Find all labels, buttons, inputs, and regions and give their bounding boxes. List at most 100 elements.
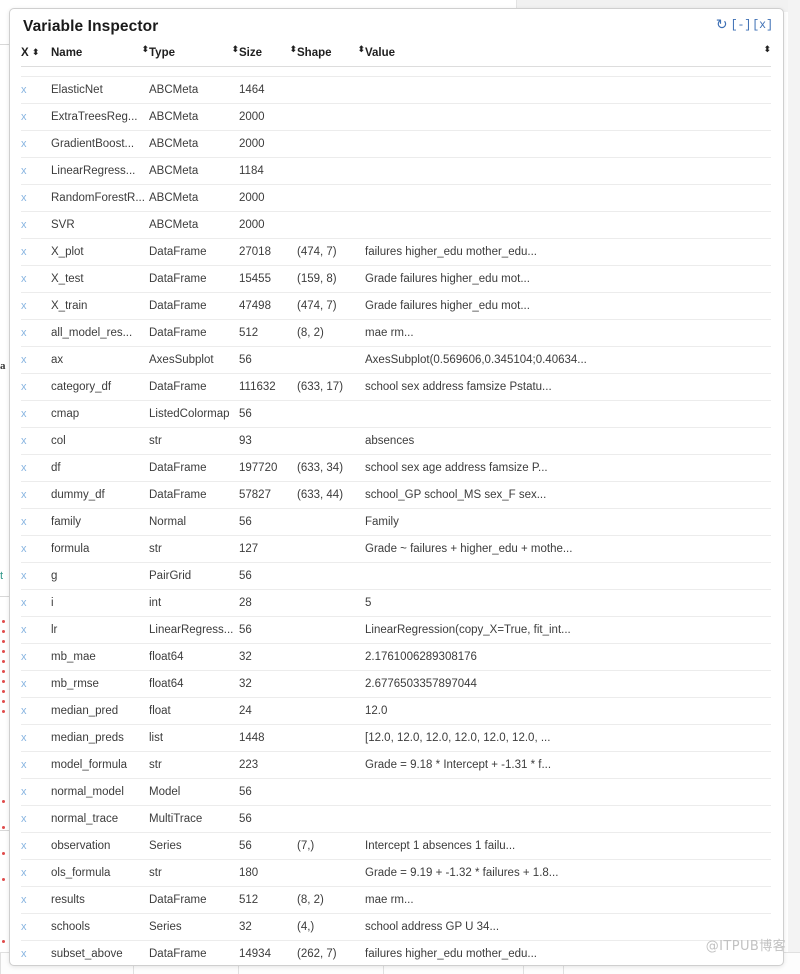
table-row[interactable]: x category_df DataFrame 111632 (633, 17) scho… [21, 373, 771, 401]
table-row[interactable]: x col str 93 absences [21, 427, 771, 455]
delete-variable-label[interactable]: x [21, 84, 27, 96]
table-row[interactable]: x SVR ABCMeta 2000 [21, 211, 771, 239]
delete-variable-label[interactable]: x [21, 111, 27, 123]
delete-variable-button[interactable]: x [21, 292, 51, 320]
delete-variable-button[interactable]: x [21, 589, 51, 617]
delete-variable-label[interactable]: x [21, 921, 27, 933]
delete-variable-button[interactable]: x [21, 346, 51, 374]
delete-variable-label[interactable]: x [21, 489, 27, 501]
delete-variable-label[interactable]: x [21, 840, 27, 852]
delete-variable-button[interactable]: x [21, 697, 51, 725]
table-row[interactable]: x ols_formula str 180 Grade = 9.19 + -1.32 *… [21, 859, 771, 887]
table-row[interactable]: x family Normal 56 Family [21, 508, 771, 536]
delete-variable-label[interactable]: x [21, 516, 27, 528]
delete-variable-label[interactable]: x [21, 678, 27, 690]
table-row[interactable]: x LinearRegress... ABCMeta 1184 [21, 157, 771, 185]
delete-variable-label[interactable]: x [21, 327, 27, 339]
table-row[interactable]: x normal_trace MultiTrace 56 [21, 805, 771, 833]
delete-variable-button[interactable]: x [21, 832, 51, 860]
table-row[interactable]: x dummy_df DataFrame 57827 (633, 44) school_G… [21, 481, 771, 509]
delete-variable-label[interactable]: x [21, 543, 27, 555]
column-header-x[interactable]: X ⬍ [21, 43, 51, 67]
table-row[interactable]: x X_train DataFrame 47498 (474, 7) Grade fail… [21, 292, 771, 320]
sort-icon[interactable]: ⬍ [141, 46, 149, 55]
table-row[interactable]: x median_preds list 1448 [12.0, 12.0, 12.0, … [21, 724, 771, 752]
delete-variable-button[interactable]: x [21, 508, 51, 536]
minimize-button[interactable]: [-] [731, 19, 752, 32]
delete-variable-button[interactable]: x [21, 130, 51, 158]
column-header-type[interactable]: Type ⬍ [149, 43, 239, 67]
delete-variable-button[interactable]: x [21, 535, 51, 563]
delete-variable-button[interactable]: x [21, 940, 51, 965]
delete-variable-button[interactable]: x [21, 913, 51, 941]
delete-variable-label[interactable]: x [21, 732, 27, 744]
delete-variable-label[interactable]: x [21, 408, 27, 420]
delete-variable-button[interactable]: x [21, 319, 51, 347]
variable-table-scroll[interactable]: X ⬍ Name ⬍ Type ⬍ Size ⬍ Shape ⬍ Value ⬍… [10, 43, 783, 965]
delete-variable-label[interactable]: x [21, 138, 27, 150]
delete-variable-label[interactable]: x [21, 948, 27, 960]
delete-variable-label[interactable]: x [21, 246, 27, 258]
table-row[interactable]: x ExtraTreesReg... ABCMeta 2000 [21, 103, 771, 131]
delete-variable-button[interactable]: x [21, 76, 51, 104]
delete-variable-label[interactable]: x [21, 867, 27, 879]
delete-variable-button[interactable]: x [21, 373, 51, 401]
table-row[interactable]: x mb_mae float64 32 2.1761006289308176 [21, 643, 771, 671]
table-row[interactable]: x RandomForestR... ABCMeta 2000 [21, 184, 771, 212]
delete-variable-label[interactable]: x [21, 462, 27, 474]
delete-variable-label[interactable]: x [21, 435, 27, 447]
table-row[interactable]: x ElasticNet ABCMeta 1464 [21, 76, 771, 104]
delete-variable-label[interactable]: x [21, 570, 27, 582]
delete-variable-label[interactable]: x [21, 219, 27, 231]
table-row[interactable]: x g PairGrid 56 [21, 562, 771, 590]
table-row[interactable]: x X_plot DataFrame 27018 (474, 7) failures hi… [21, 238, 771, 266]
delete-variable-label[interactable]: x [21, 786, 27, 798]
delete-variable-button[interactable]: x [21, 886, 51, 914]
table-row[interactable]: x ax AxesSubplot 56 AxesSubplot(0.569606,0.3… [21, 346, 771, 374]
delete-variable-button[interactable]: x [21, 562, 51, 590]
delete-variable-label[interactable]: x [21, 354, 27, 366]
delete-variable-label[interactable]: x [21, 165, 27, 177]
delete-variable-button[interactable]: x [21, 400, 51, 428]
delete-variable-button[interactable]: x [21, 751, 51, 779]
delete-variable-button[interactable]: x [21, 643, 51, 671]
delete-variable-label[interactable]: x [21, 192, 27, 204]
delete-variable-label[interactable]: x [21, 651, 27, 663]
delete-variable-label[interactable]: x [21, 300, 27, 312]
delete-variable-label[interactable]: x [21, 624, 27, 636]
table-row[interactable]: x observation Series 56 (7,) Intercept 1 abse… [21, 832, 771, 860]
table-row[interactable]: x formula str 127 Grade ~ failures + higher_… [21, 535, 771, 563]
table-row[interactable]: x median_pred float 24 12.0 [21, 697, 771, 725]
sort-icon[interactable]: ⬍ [763, 46, 771, 55]
delete-variable-button[interactable]: x [21, 184, 51, 212]
table-row[interactable]: x all_model_res... DataFrame 512 (8, 2) mae r… [21, 319, 771, 347]
sort-icon[interactable]: ⬍ [231, 46, 239, 55]
table-row[interactable]: x model_formula str 223 Grade = 9.18 * Inter… [21, 751, 771, 779]
column-header-shape[interactable]: Shape ⬍ [297, 43, 365, 67]
table-row[interactable]: x results DataFrame 512 (8, 2) mae rm... [21, 886, 771, 914]
delete-variable-label[interactable]: x [21, 273, 27, 285]
delete-variable-button[interactable]: x [21, 427, 51, 455]
column-header-value[interactable]: Value ⬍ [365, 43, 771, 67]
sort-icon[interactable]: ⬍ [289, 46, 297, 55]
delete-variable-button[interactable]: x [21, 805, 51, 833]
column-header-size[interactable]: Size ⬍ [239, 43, 297, 67]
table-row[interactable]: x normal_model Model 56 [21, 778, 771, 806]
sort-icon[interactable]: ⬍ [32, 49, 40, 58]
sort-icon[interactable]: ⬍ [357, 46, 365, 55]
delete-variable-button[interactable]: x [21, 103, 51, 131]
table-row[interactable]: x i int 28 5 [21, 589, 771, 617]
table-row[interactable]: x schools Series 32 (4,) school address GP U … [21, 913, 771, 941]
table-row[interactable]: x subset_above DataFrame 14934 (262, 7) failu… [21, 940, 771, 965]
delete-variable-button[interactable]: x [21, 454, 51, 482]
delete-variable-button[interactable]: x [21, 481, 51, 509]
table-row[interactable]: x mb_rmse float64 32 2.6776503357897044 [21, 670, 771, 698]
delete-variable-button[interactable]: x [21, 157, 51, 185]
table-row[interactable]: x df DataFrame 197720 (633, 34) school sex ag… [21, 454, 771, 482]
delete-variable-button[interactable]: x [21, 724, 51, 752]
table-row[interactable]: x cmap ListedColormap 56 [21, 400, 771, 428]
delete-variable-label[interactable]: x [21, 705, 27, 717]
delete-variable-button[interactable]: x [21, 265, 51, 293]
delete-variable-label[interactable]: x [21, 813, 27, 825]
column-header-name[interactable]: Name ⬍ [51, 43, 149, 67]
